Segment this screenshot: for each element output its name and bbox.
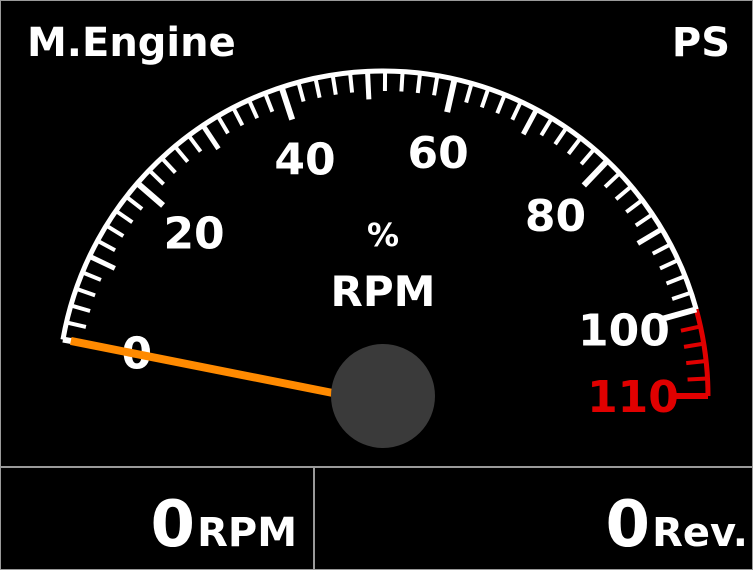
gauge-tick xyxy=(687,376,708,382)
engine-rpm-panel: M.Engine PS 020406080100110 % RPM 0 RPM … xyxy=(0,0,753,570)
gauge-tick xyxy=(479,87,491,109)
gauge-tick xyxy=(444,78,458,113)
gauge-tick xyxy=(114,209,134,224)
gauge-tick xyxy=(614,184,633,201)
gauge-tick xyxy=(521,108,539,136)
gauge-tick xyxy=(680,324,701,333)
gauge-tick xyxy=(247,99,260,119)
gauge-tick xyxy=(105,223,125,238)
rpm-gauge: 020406080100110 % RPM xyxy=(60,68,711,448)
gauge-tick xyxy=(495,93,507,114)
gauge-needle xyxy=(70,337,364,403)
gauge-tick xyxy=(566,136,583,156)
gauge-tick xyxy=(399,71,405,92)
gauge-tick xyxy=(313,77,322,99)
gauge-tick xyxy=(686,359,707,366)
rev-value: 0 xyxy=(605,488,651,562)
gauge-tick xyxy=(651,242,672,256)
rpm-value: 0 xyxy=(150,488,196,562)
gauge-tick xyxy=(348,72,355,93)
gauge-tick xyxy=(683,341,705,349)
gauge-label-40: 40 xyxy=(274,134,335,185)
gauge-tick xyxy=(636,226,664,246)
gauge-unit-percent: % xyxy=(367,216,399,254)
gauge-label-60: 60 xyxy=(407,128,468,179)
gauge-tick xyxy=(96,238,117,253)
gauge-tick xyxy=(415,72,423,94)
gauge-tick xyxy=(330,74,338,95)
gauge-tick xyxy=(70,303,91,313)
gauge-tick xyxy=(81,270,102,282)
gauge-tick xyxy=(160,156,177,174)
gauge-tick xyxy=(603,171,622,189)
gauge-tick xyxy=(634,212,654,228)
gauge-unit-rpm: RPM xyxy=(331,267,436,316)
gauge-tick xyxy=(147,168,165,186)
gauge-tick xyxy=(510,100,523,121)
gauge-tick xyxy=(553,126,569,146)
gauge-tick xyxy=(464,82,474,104)
gauge-redline-arc xyxy=(693,308,711,397)
gauge-label-100: 100 xyxy=(578,305,670,356)
gauge-tick xyxy=(579,147,596,166)
rpm-unit: RPM xyxy=(197,510,297,556)
gauge-tick xyxy=(65,320,87,329)
rev-readout: 0 Rev. xyxy=(606,490,748,560)
gauge-tick xyxy=(216,115,230,135)
gauge-tick xyxy=(278,86,296,121)
gauge-tick xyxy=(432,75,440,96)
readout-bar: 0 RPM 0 Rev. xyxy=(1,466,752,569)
gauge-tick xyxy=(173,145,190,164)
gauge-tick xyxy=(671,290,692,301)
gauge-hub xyxy=(331,344,435,448)
gauge-label-110: 110 xyxy=(587,372,679,423)
gauge-tick xyxy=(665,274,686,286)
gauge-tick xyxy=(200,124,221,151)
gauge-tick xyxy=(263,92,275,113)
gauge-tick xyxy=(75,286,96,298)
readout-divider xyxy=(313,468,315,569)
gauge-tick xyxy=(187,134,203,153)
gauge-tick xyxy=(135,180,166,208)
rev-unit: Rev. xyxy=(652,510,748,556)
gauge-tick xyxy=(88,254,116,271)
gauge-tick xyxy=(581,158,610,188)
gauge-tick xyxy=(296,81,306,103)
gauge-tick xyxy=(231,106,245,127)
gauge-tick xyxy=(659,258,680,271)
gauge-tick xyxy=(625,198,644,214)
gauge-tick xyxy=(125,195,144,211)
rpm-readout: 0 RPM xyxy=(151,490,297,560)
gauge-tick xyxy=(539,117,554,137)
gauge-label-20: 20 xyxy=(163,208,224,259)
gauge-label-80: 80 xyxy=(525,191,586,242)
gauge-tick xyxy=(365,71,372,100)
